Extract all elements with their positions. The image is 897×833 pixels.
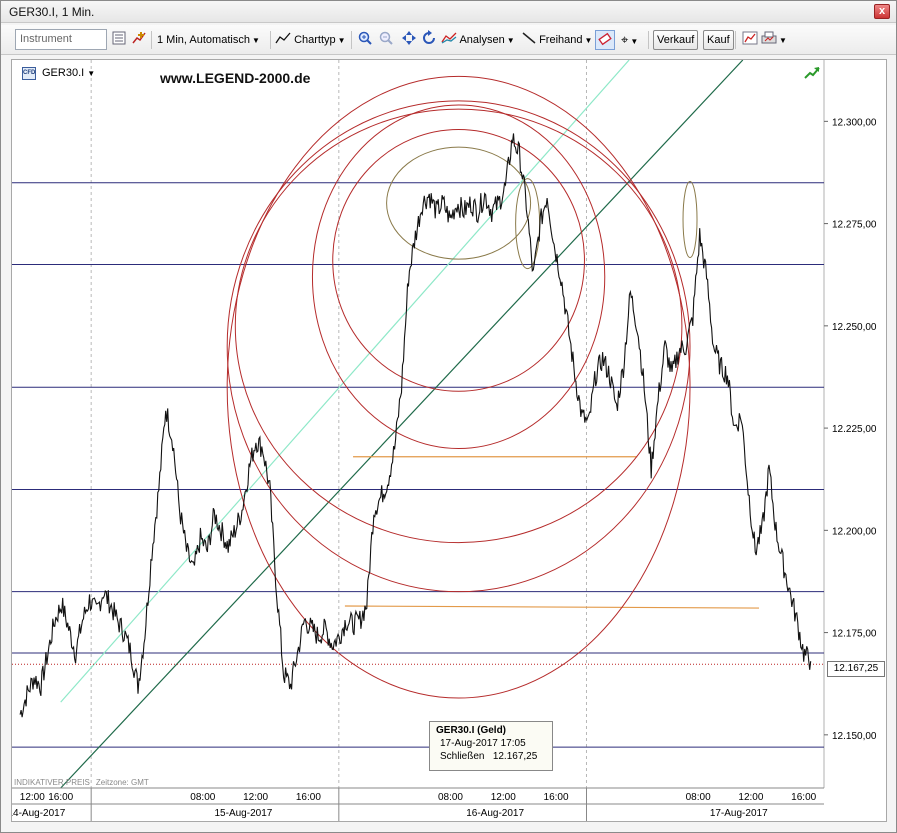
toolbar-separator [735, 31, 736, 49]
trend-up-icon [804, 66, 820, 83]
line-chart-icon [275, 32, 291, 44]
tooltip-close-row: Schließen 12.167,25 [436, 750, 546, 763]
zoom-in-icon[interactable] [355, 30, 375, 50]
chart-window: GER30.I, 1 Min. x Instrument 1 Min, Auto… [0, 0, 897, 833]
crosshair-icon: ⌖ [621, 32, 629, 47]
time-tick-label: 16:00 [544, 792, 569, 803]
time-tick-label: 08:00 [438, 792, 463, 803]
analysen-label: Analysen [459, 34, 505, 46]
indicative-price-label: INDIKATIVER PREIS [14, 778, 90, 787]
tooltip-title: GER30.I (Geld) [436, 725, 507, 736]
chevron-down-icon: ▼ [87, 69, 96, 78]
legend-instrument-name[interactable]: GER30.I ▼ [42, 67, 95, 79]
time-tick-label: 08:00 [190, 792, 215, 803]
time-tick-label: 12:00 [243, 792, 268, 803]
tooltip-datetime: 17-Aug-2017 17:05 [440, 738, 526, 749]
kauf-button[interactable]: Kauf [703, 30, 734, 50]
chart-settings-icon[interactable] [740, 30, 760, 50]
time-tick-label: 16:00 [296, 792, 321, 803]
day-label: 16-Aug-2017 [466, 808, 524, 819]
analysen-dropdown[interactable]: Analysen ▼ [441, 29, 515, 51]
time-tick-label: 16:00 [48, 792, 73, 803]
add-instrument-icon[interactable] [129, 30, 149, 50]
close-button[interactable]: x [874, 4, 890, 19]
price-series-line [19, 133, 812, 718]
instrument-list-icon[interactable] [109, 30, 129, 50]
y-tick-label: 12.250,00 [832, 322, 877, 333]
drawn-ellipse [311, 104, 606, 450]
instrument-input[interactable]: Instrument [15, 29, 107, 50]
drawn-ellipse [226, 100, 691, 593]
chevron-down-icon: ▼ [630, 37, 639, 46]
watermark-text: www.LEGEND-2000.de [160, 70, 311, 86]
drawn-ellipse-small [682, 181, 698, 259]
charttype-dropdown[interactable]: Charttyp ▼ [275, 29, 346, 51]
chevron-down-icon: ▼ [779, 36, 787, 45]
y-tick-label: 12.150,00 [832, 731, 877, 742]
time-tick-label: 16:00 [791, 792, 816, 803]
crosshair-dropdown[interactable]: ⌖ ▼ [621, 29, 638, 51]
y-tick-label: 12.225,00 [832, 424, 877, 435]
tooltip-close-label: Schließen [440, 751, 485, 762]
current-price-label: 12.167,25 [827, 661, 885, 677]
price-chart[interactable]: 12.150,00 12.175,00 12.200,00 12.225,00 12.2… [7, 59, 886, 821]
y-tick-label: 12.300,00 [832, 117, 877, 128]
toolbar-separator [270, 31, 271, 49]
cfd-badge-icon: CFD [22, 67, 36, 80]
day-label: 17-Aug-2017 [710, 808, 768, 819]
title-bar: GER30.I, 1 Min. x [1, 1, 896, 23]
day-label: 15-Aug-2017 [215, 808, 273, 819]
charttype-label: Charttyp [294, 34, 336, 46]
price-axis-area [824, 60, 886, 821]
chevron-down-icon: ▼ [584, 36, 593, 45]
analysis-icon [441, 32, 457, 44]
y-tick-label: 12.275,00 [832, 220, 877, 231]
drawn-ellipse-small [515, 178, 541, 270]
print-icon [761, 31, 777, 44]
time-tick-label: 08:00 [686, 792, 711, 803]
footer-note: INDIKATIVER PREIS Zeitzone: GMT [14, 778, 149, 787]
y-tick-label: 12.200,00 [832, 526, 877, 537]
price-tooltip: GER30.I (Geld) 17-Aug-2017 17:05 Schließ… [429, 721, 553, 771]
chart-area[interactable]: 12.150,00 12.175,00 12.200,00 12.225,00 12.2… [7, 59, 887, 822]
freihand-dropdown[interactable]: Freihand ▼ [522, 29, 592, 51]
toolbar-separator [351, 31, 352, 49]
freihand-label: Freihand [539, 34, 583, 46]
toolbar-separator [648, 31, 649, 49]
chevron-down-icon: ▼ [337, 36, 346, 45]
autofit-icon[interactable] [399, 30, 419, 50]
refresh-icon[interactable] [419, 30, 439, 50]
trend-line-light [60, 59, 630, 703]
tooltip-close-value: 12.167,25 [492, 751, 538, 762]
time-tick-label: 12:00 [491, 792, 516, 803]
zoom-out-icon[interactable] [376, 30, 396, 50]
timezone-label: Zeitzone: GMT [95, 778, 149, 787]
verkauf-button[interactable]: Verkauf [653, 30, 699, 50]
chevron-down-icon: ▼ [506, 36, 515, 45]
interval-dropdown[interactable]: 1 Min, Automatisch ▼ [157, 29, 260, 51]
toolbar-separator [151, 31, 152, 49]
drawn-ellipse [234, 108, 683, 544]
orange-level-segment [344, 605, 760, 609]
eraser-icon[interactable] [595, 30, 615, 50]
freehand-line-icon [522, 32, 536, 44]
interval-label: 1 Min, Automatisch [157, 34, 250, 46]
window-title: GER30.I, 1 Min. [9, 5, 95, 19]
chart-toolbar: Instrument 1 Min, Automatisch ▼ Charttyp ▼ [1, 25, 896, 55]
day-label: 14-Aug-2017 [12, 808, 66, 819]
y-tick-label: 12.175,00 [832, 629, 877, 640]
print-dropdown[interactable]: ▼ [761, 29, 787, 51]
time-tick-label: 12:00 [738, 792, 763, 803]
chevron-down-icon: ▼ [251, 36, 260, 45]
time-tick-label: 12:00 [20, 792, 45, 803]
